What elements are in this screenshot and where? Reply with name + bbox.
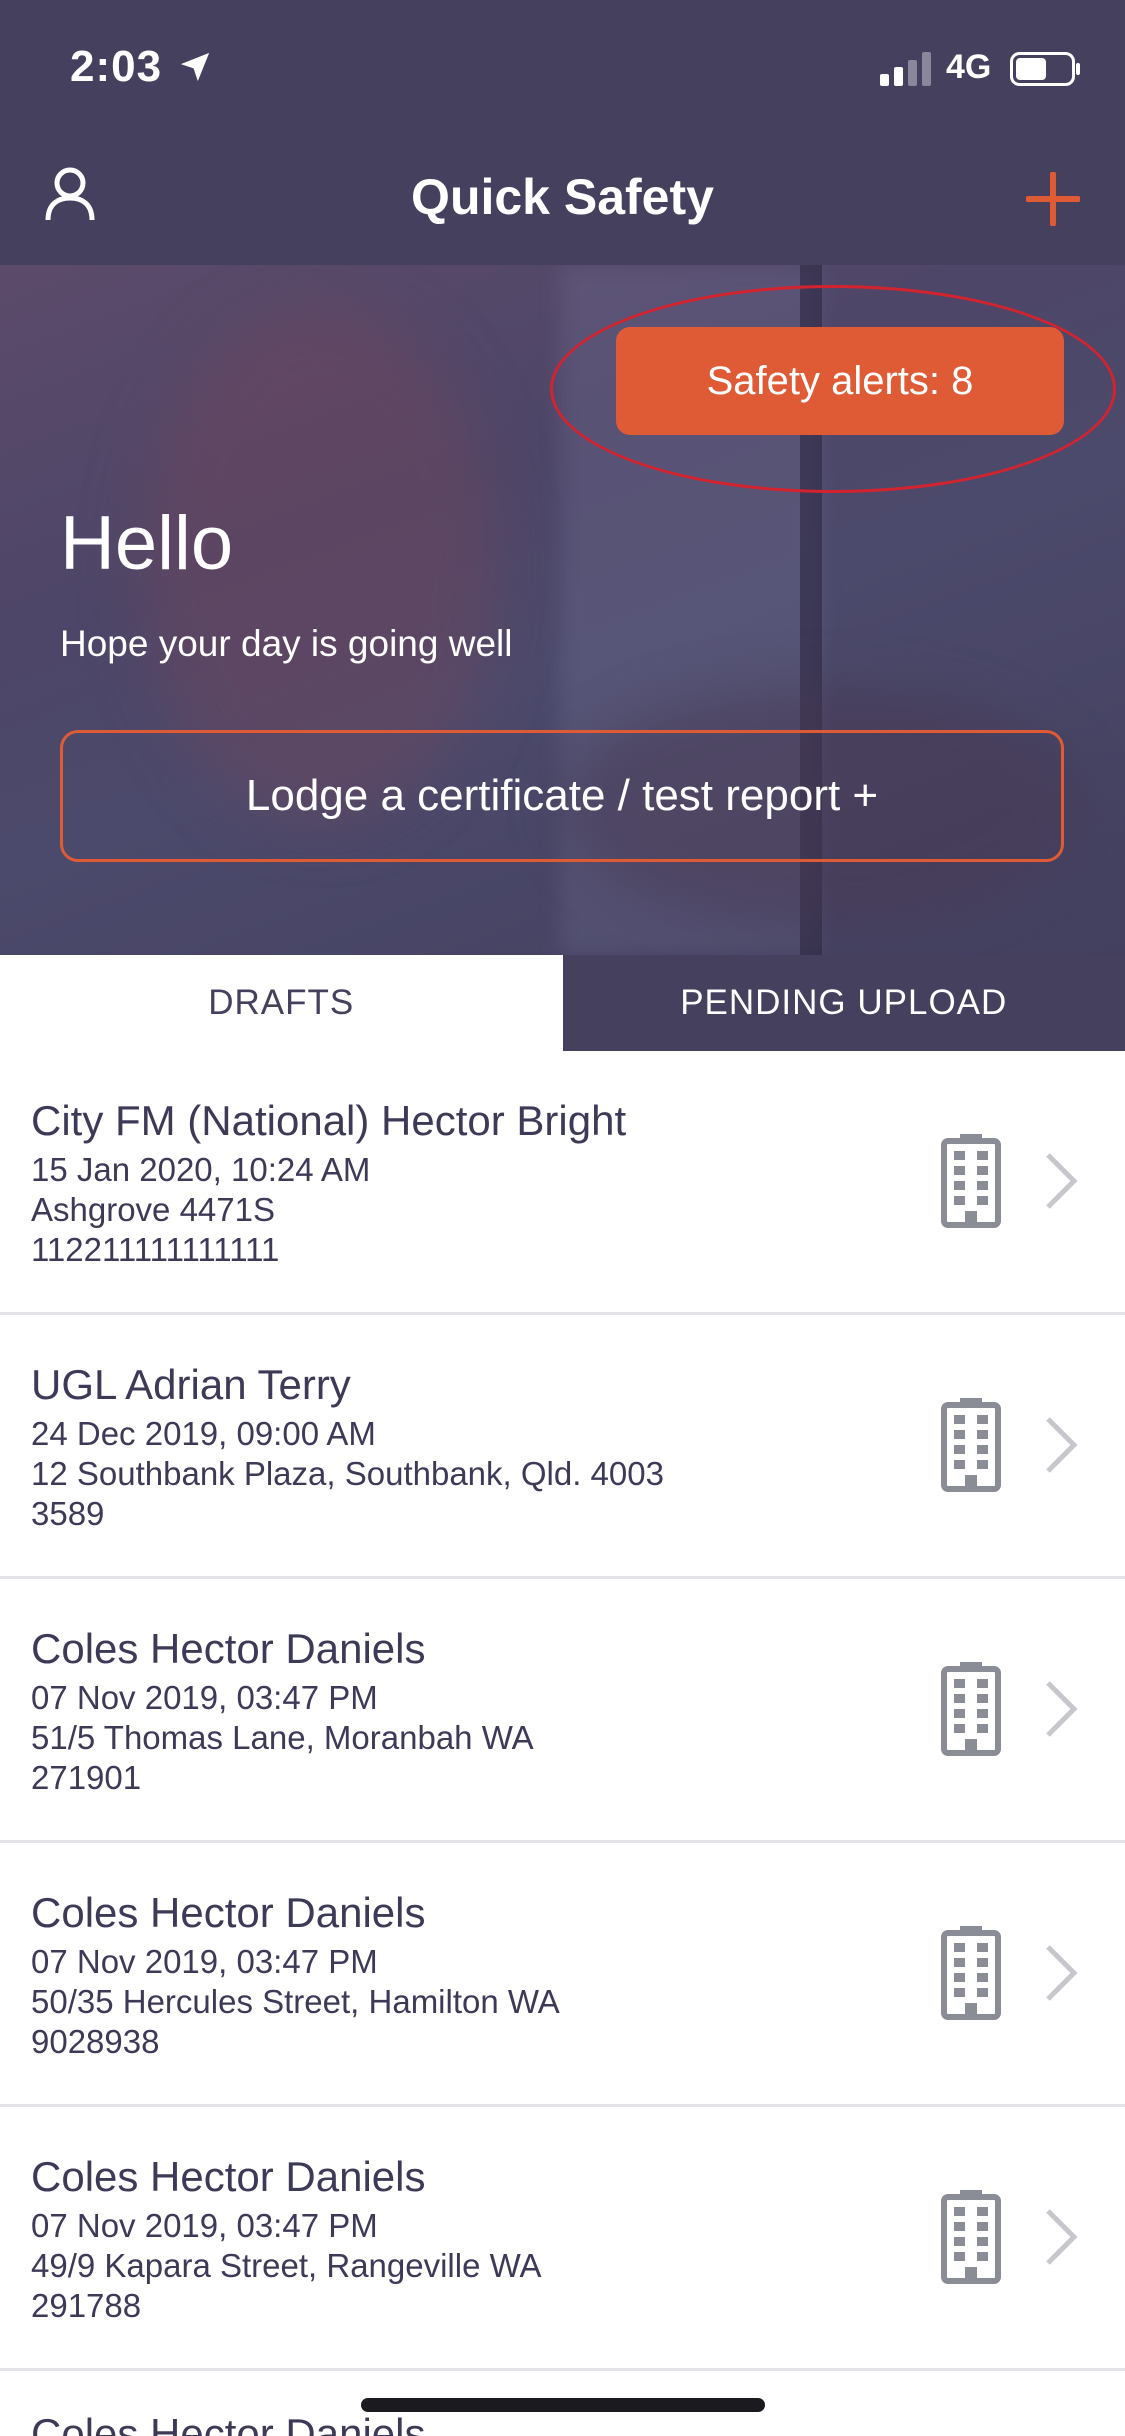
greeting-subtitle: Hope your day is going well [60, 623, 513, 664]
location-arrow-icon [180, 52, 210, 82]
draft-reference: 3589 [31, 1495, 105, 1532]
list-item[interactable]: Coles Hector Daniels 07 Nov 2019, 03:47 … [0, 1843, 1125, 2107]
list-item[interactable]: UGL Adrian Terry 24 Dec 2019, 09:00 AM 1… [0, 1315, 1125, 1579]
chevron-right-icon [1046, 2209, 1078, 2265]
building-icon [941, 2190, 1001, 2284]
draft-date: 15 Jan 2020, 10:24 AM [31, 1151, 371, 1188]
top-bar: 2:03 4G Quick Safety [0, 0, 1125, 265]
list-item[interactable]: Coles Hector Daniels 07 Nov 2019, 03:47 … [0, 1579, 1125, 1843]
tab-bar: DRAFTS PENDING UPLOAD [0, 955, 1125, 1051]
chevron-right-icon [1046, 1153, 1078, 1209]
draft-reference: 291788 [31, 2287, 142, 2324]
draft-title: City FM (National) Hector Bright [31, 1097, 627, 1144]
chevron-right-icon [1046, 1417, 1078, 1473]
home-indicator[interactable] [361, 2398, 765, 2412]
building-icon [941, 1134, 1001, 1228]
draft-title: UGL Adrian Terry [31, 1361, 351, 1408]
draft-date: 24 Dec 2019, 09:00 AM [31, 1415, 376, 1452]
draft-address: 51/5 Thomas Lane, Moranbah WA [31, 1719, 534, 1756]
draft-title: Coles Hector Daniels [31, 1889, 426, 1936]
draft-address: 12 Southbank Plaza, Southbank, Qld. 4003 [31, 1455, 664, 1492]
lodge-certificate-button[interactable]: Lodge a certificate / test report + [60, 730, 1064, 862]
signal-icon [880, 52, 931, 86]
building-icon [941, 1926, 1001, 2020]
building-icon [941, 1398, 1001, 1492]
chevron-right-icon [1046, 1681, 1078, 1737]
network-type: 4G [946, 48, 992, 86]
list-item[interactable]: City FM (National) Hector Bright 15 Jan … [0, 1051, 1125, 1315]
building-icon [941, 1662, 1001, 1756]
draft-address: Ashgrove 4471S [31, 1191, 276, 1228]
page-title: Quick Safety [411, 169, 714, 225]
status-time: 2:03 [70, 42, 163, 91]
draft-reference: 9028938 [31, 2023, 160, 2060]
tab-pending-upload[interactable]: PENDING UPLOAD [562, 955, 1125, 1051]
draft-title: Coles Hector Daniels [31, 1625, 426, 1672]
draft-address: 49/9 Kapara Street, Rangeville WA [31, 2247, 542, 2284]
draft-title: Coles Hector Daniels [31, 2153, 426, 2200]
partial-list-item-title[interactable]: Coles Hector Daniels [31, 2410, 426, 2436]
draft-date: 07 Nov 2019, 03:47 PM [31, 1679, 378, 1716]
chevron-right-icon [1046, 1945, 1078, 2001]
drafts-list: City FM (National) Hector Bright 15 Jan … [0, 1051, 1125, 2371]
safety-alerts-button[interactable]: Safety alerts: 8 [616, 327, 1064, 435]
draft-reference: 271901 [31, 1759, 142, 1796]
greeting: Hello [60, 501, 234, 586]
tab-drafts[interactable]: DRAFTS [0, 955, 563, 1051]
battery-icon [1010, 52, 1080, 86]
draft-address: 50/35 Hercules Street, Hamilton WA [31, 1983, 560, 2020]
add-icon[interactable] [1026, 172, 1080, 226]
list-item[interactable]: Coles Hector Daniels 07 Nov 2019, 03:47 … [0, 2107, 1125, 2371]
draft-reference: 112211111111111 [31, 1231, 280, 1268]
draft-date: 07 Nov 2019, 03:47 PM [31, 1943, 378, 1980]
draft-date: 07 Nov 2019, 03:47 PM [31, 2207, 378, 2244]
